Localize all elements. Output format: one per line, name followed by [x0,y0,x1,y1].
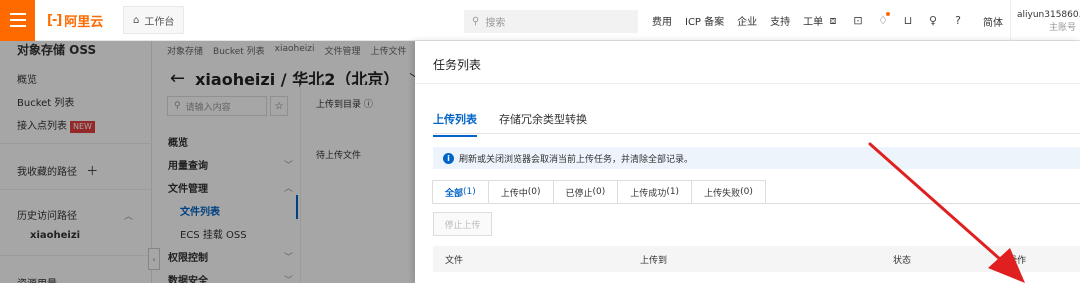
language-switch[interactable]: 简体 [983,14,1003,29]
filter-tab-success[interactable]: 上传成功 (1) [617,180,693,204]
link-ticket[interactable]: 工单 [803,13,823,28]
filter-label: 上传失败 [704,188,741,199]
menu-icon[interactable] [0,0,35,41]
col-upload-to: 上传到 [640,256,668,266]
link-billing[interactable]: 费用 [652,13,672,28]
help-icon[interactable]: ? [951,14,965,27]
overlay-mask[interactable] [0,41,415,283]
top-links: 费用 ICP 备案 企业 支持 工单 [652,0,836,41]
filter-count: (0) [740,187,753,197]
user-name: aliyun315860... [1017,10,1080,20]
col-actions: 操作 [1008,256,1027,266]
bulb-icon[interactable]: ♀ [926,14,940,27]
user-role: 主账号 [1048,23,1076,33]
divider [433,203,1080,204]
filter-tab-all[interactable]: 全部 (1) [432,180,489,204]
search-placeholder: 搜索 [485,18,506,29]
link-enterprise[interactable]: 企业 [737,13,757,28]
filter-count: (1) [666,187,680,197]
filter-tabs: 全部 (1) 上传中 (0) 已停止 (0) 上传成功 (1) 上传失败 (0) [432,180,766,204]
col-status: 状态 [893,256,912,266]
info-icon: i [443,152,454,164]
stop-upload-button[interactable]: 停止上传 [433,212,492,236]
filter-label: 上传中 [500,188,528,199]
divider [433,133,1080,134]
terminal-icon[interactable]: ⊡ [851,14,865,27]
filter-tab-failed[interactable]: 上传失败 (0) [691,180,766,204]
bell-icon[interactable]: ♢ [876,12,890,27]
workbench-button[interactable]: ⌂ 工作台 [123,6,185,34]
aliyun-logo[interactable]: [-] 阿里云 [47,11,117,30]
search-input[interactable]: ⚲ 搜索 [464,10,638,33]
cart-icon[interactable]: ⊔ [901,14,915,27]
home-icon: ⌂ [133,14,140,26]
logo-text: 阿里云 [64,14,104,30]
filter-label: 上传成功 [630,188,667,199]
task-list-drawer: 任务列表 上传列表 存储冗余类型转换 i 刷新或关闭浏览器会取消当前上传任务，并… [415,41,1080,283]
divider [415,83,1080,84]
workbench-label: 工作台 [144,16,175,28]
col-file: 文件 [445,256,464,266]
drawer-title: 任务列表 [433,58,482,72]
top-icons: ⧈ ⊡ ♢ ⊔ ♀ ? [826,0,965,41]
filter-count: (0) [527,187,541,197]
filter-label: 已停止 [565,188,593,199]
notice-text: 刷新或关闭浏览器会取消当前上传任务，并清除全部记录。 [459,154,694,165]
link-support[interactable]: 支持 [770,13,790,28]
filter-tab-uploading[interactable]: 上传中 (0) [487,180,554,204]
code-icon[interactable]: ⧈ [826,14,840,28]
filter-tab-stopped[interactable]: 已停止 (0) [552,180,619,204]
logo-mark: [-] [47,12,62,28]
filter-count: (1) [463,187,476,197]
search-icon: ⚲ [472,16,480,27]
notification-dot [886,12,890,16]
filter-count: (0) [592,187,606,197]
table-header: 文件 上传到 状态 操作 [433,246,1080,272]
user-account[interactable]: aliyun315860... 主账号 [1010,0,1080,41]
link-icp[interactable]: ICP 备案 [685,13,724,28]
notice-banner: i 刷新或关闭浏览器会取消当前上传任务，并清除全部记录。 [433,147,1080,169]
filter-label: 全部 [445,188,464,199]
